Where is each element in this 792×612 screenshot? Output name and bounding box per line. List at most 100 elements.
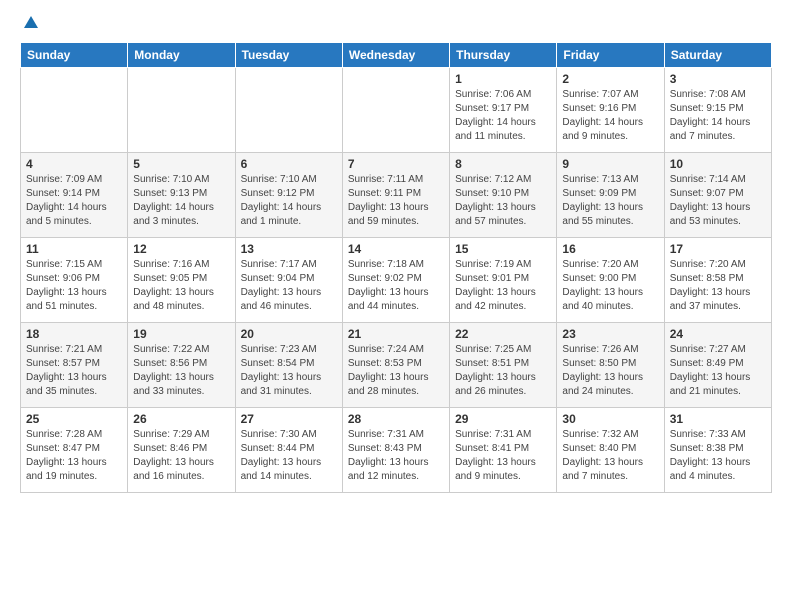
day-info: Sunrise: 7:31 AMSunset: 8:43 PMDaylight:… xyxy=(348,428,444,484)
day-number: 22 xyxy=(455,327,551,341)
calendar-cell: 31 Sunrise: 7:33 AMSunset: 8:38 PMDayligh… xyxy=(664,408,771,493)
day-number: 24 xyxy=(670,327,766,341)
day-number: 4 xyxy=(26,157,122,171)
calendar-cell: 5 Sunrise: 7:10 AMSunset: 9:13 PMDaylight… xyxy=(128,153,235,238)
calendar-cell: 8Sunrise: 7:12 AMSunset: 9:10 PMDaylight… xyxy=(450,153,557,238)
calendar-cell: 2 Sunrise: 7:07 AMSunset: 9:16 PMDaylight… xyxy=(557,68,664,153)
day-number: 1 xyxy=(455,72,551,86)
calendar-cell: 25 Sunrise: 7:28 AMSunset: 8:47 PMDayligh… xyxy=(21,408,128,493)
day-info: Sunrise: 7:17 AMSunset: 9:04 PMDaylight:… xyxy=(241,258,337,314)
day-info: Sunrise: 7:10 AMSunset: 9:13 PMDaylight:… xyxy=(133,173,229,229)
day-info: Sunrise: 7:14 AMSunset: 9:07 PMDaylight:… xyxy=(670,173,766,229)
day-info: Sunrise: 7:30 AMSunset: 8:44 PMDaylight:… xyxy=(241,428,337,484)
day-number: 9 xyxy=(562,157,658,171)
day-info: Sunrise: 7:20 AMSunset: 9:00 PMDaylight:… xyxy=(562,258,658,314)
day-info: Sunrise: 7:25 AMSunset: 8:51 PMDaylight:… xyxy=(455,343,551,399)
day-info: Sunrise: 7:15 AMSunset: 9:06 PMDaylight:… xyxy=(26,258,122,314)
day-info: Sunrise: 7:22 AMSunset: 8:56 PMDaylight:… xyxy=(133,343,229,399)
calendar-cell: 30 Sunrise: 7:32 AMSunset: 8:40 PMDayligh… xyxy=(557,408,664,493)
calendar-cell: 27 Sunrise: 7:30 AMSunset: 8:44 PMDayligh… xyxy=(235,408,342,493)
calendar-week-row: 25 Sunrise: 7:28 AMSunset: 8:47 PMDayligh… xyxy=(21,408,772,493)
day-number: 3 xyxy=(670,72,766,86)
day-number: 8 xyxy=(455,157,551,171)
day-number: 18 xyxy=(26,327,122,341)
calendar-cell: 24Sunrise: 7:27 AMSunset: 8:49 PMDayligh… xyxy=(664,323,771,408)
calendar-cell xyxy=(342,68,449,153)
day-info: Sunrise: 7:13 AMSunset: 9:09 PMDaylight:… xyxy=(562,173,658,229)
weekday-header-sunday: Sunday xyxy=(21,43,128,68)
calendar-cell: 28 Sunrise: 7:31 AMSunset: 8:43 PMDayligh… xyxy=(342,408,449,493)
day-number: 17 xyxy=(670,242,766,256)
day-number: 2 xyxy=(562,72,658,86)
logo-icon xyxy=(22,14,40,32)
calendar-cell: 22 Sunrise: 7:25 AMSunset: 8:51 PMDayligh… xyxy=(450,323,557,408)
day-number: 21 xyxy=(348,327,444,341)
day-number: 27 xyxy=(241,412,337,426)
calendar-cell: 4 Sunrise: 7:09 AMSunset: 9:14 PMDaylight… xyxy=(21,153,128,238)
weekday-header-monday: Monday xyxy=(128,43,235,68)
day-number: 20 xyxy=(241,327,337,341)
logo xyxy=(20,16,40,32)
day-info: Sunrise: 7:26 AMSunset: 8:50 PMDaylight:… xyxy=(562,343,658,399)
day-number: 23 xyxy=(562,327,658,341)
day-number: 28 xyxy=(348,412,444,426)
day-info: Sunrise: 7:09 AMSunset: 9:14 PMDaylight:… xyxy=(26,173,122,229)
weekday-header-tuesday: Tuesday xyxy=(235,43,342,68)
calendar-cell: 14 Sunrise: 7:18 AMSunset: 9:02 PMDayligh… xyxy=(342,238,449,323)
day-info: Sunrise: 7:32 AMSunset: 8:40 PMDaylight:… xyxy=(562,428,658,484)
calendar-cell: 17 Sunrise: 7:20 AMSunset: 8:58 PMDayligh… xyxy=(664,238,771,323)
calendar-cell: 1 Sunrise: 7:06 AMSunset: 9:17 PMDaylight… xyxy=(450,68,557,153)
calendar-cell: 10Sunrise: 7:14 AMSunset: 9:07 PMDayligh… xyxy=(664,153,771,238)
day-info: Sunrise: 7:10 AMSunset: 9:12 PMDaylight:… xyxy=(241,173,337,229)
day-number: 7 xyxy=(348,157,444,171)
day-info: Sunrise: 7:16 AMSunset: 9:05 PMDaylight:… xyxy=(133,258,229,314)
day-number: 19 xyxy=(133,327,229,341)
day-number: 25 xyxy=(26,412,122,426)
day-info: Sunrise: 7:23 AMSunset: 8:54 PMDaylight:… xyxy=(241,343,337,399)
weekday-header-friday: Friday xyxy=(557,43,664,68)
day-number: 12 xyxy=(133,242,229,256)
day-number: 13 xyxy=(241,242,337,256)
calendar-cell xyxy=(21,68,128,153)
calendar-cell xyxy=(128,68,235,153)
calendar-cell xyxy=(235,68,342,153)
page-header xyxy=(20,16,772,32)
day-info: Sunrise: 7:29 AMSunset: 8:46 PMDaylight:… xyxy=(133,428,229,484)
day-number: 29 xyxy=(455,412,551,426)
calendar-week-row: 1 Sunrise: 7:06 AMSunset: 9:17 PMDaylight… xyxy=(21,68,772,153)
day-number: 11 xyxy=(26,242,122,256)
day-info: Sunrise: 7:11 AMSunset: 9:11 PMDaylight:… xyxy=(348,173,444,229)
calendar-week-row: 4 Sunrise: 7:09 AMSunset: 9:14 PMDaylight… xyxy=(21,153,772,238)
calendar-cell: 26 Sunrise: 7:29 AMSunset: 8:46 PMDayligh… xyxy=(128,408,235,493)
calendar-cell: 3Sunrise: 7:08 AMSunset: 9:15 PMDaylight… xyxy=(664,68,771,153)
day-number: 30 xyxy=(562,412,658,426)
calendar-cell: 20 Sunrise: 7:23 AMSunset: 8:54 PMDayligh… xyxy=(235,323,342,408)
calendar-cell: 11 Sunrise: 7:15 AMSunset: 9:06 PMDayligh… xyxy=(21,238,128,323)
day-number: 16 xyxy=(562,242,658,256)
day-info: Sunrise: 7:18 AMSunset: 9:02 PMDaylight:… xyxy=(348,258,444,314)
calendar-cell: 15Sunrise: 7:19 AMSunset: 9:01 PMDayligh… xyxy=(450,238,557,323)
day-number: 26 xyxy=(133,412,229,426)
calendar-cell: 16 Sunrise: 7:20 AMSunset: 9:00 PMDayligh… xyxy=(557,238,664,323)
calendar-week-row: 18 Sunrise: 7:21 AMSunset: 8:57 PMDayligh… xyxy=(21,323,772,408)
day-info: Sunrise: 7:33 AMSunset: 8:38 PMDaylight:… xyxy=(670,428,766,484)
calendar-cell: 9 Sunrise: 7:13 AMSunset: 9:09 PMDaylight… xyxy=(557,153,664,238)
day-number: 15 xyxy=(455,242,551,256)
calendar-cell: 29 Sunrise: 7:31 AMSunset: 8:41 PMDayligh… xyxy=(450,408,557,493)
day-info: Sunrise: 7:21 AMSunset: 8:57 PMDaylight:… xyxy=(26,343,122,399)
calendar-table: SundayMondayTuesdayWednesdayThursdayFrid… xyxy=(20,42,772,493)
day-number: 31 xyxy=(670,412,766,426)
day-number: 5 xyxy=(133,157,229,171)
day-info: Sunrise: 7:24 AMSunset: 8:53 PMDaylight:… xyxy=(348,343,444,399)
day-number: 6 xyxy=(241,157,337,171)
day-info: Sunrise: 7:20 AMSunset: 8:58 PMDaylight:… xyxy=(670,258,766,314)
day-info: Sunrise: 7:31 AMSunset: 8:41 PMDaylight:… xyxy=(455,428,551,484)
weekday-header-row: SundayMondayTuesdayWednesdayThursdayFrid… xyxy=(21,43,772,68)
day-number: 14 xyxy=(348,242,444,256)
day-info: Sunrise: 7:07 AMSunset: 9:16 PMDaylight:… xyxy=(562,88,658,144)
calendar-cell: 23 Sunrise: 7:26 AMSunset: 8:50 PMDayligh… xyxy=(557,323,664,408)
day-info: Sunrise: 7:06 AMSunset: 9:17 PMDaylight:… xyxy=(455,88,551,144)
calendar-cell: 6 Sunrise: 7:10 AMSunset: 9:12 PMDaylight… xyxy=(235,153,342,238)
calendar-cell: 13 Sunrise: 7:17 AMSunset: 9:04 PMDayligh… xyxy=(235,238,342,323)
day-info: Sunrise: 7:28 AMSunset: 8:47 PMDaylight:… xyxy=(26,428,122,484)
